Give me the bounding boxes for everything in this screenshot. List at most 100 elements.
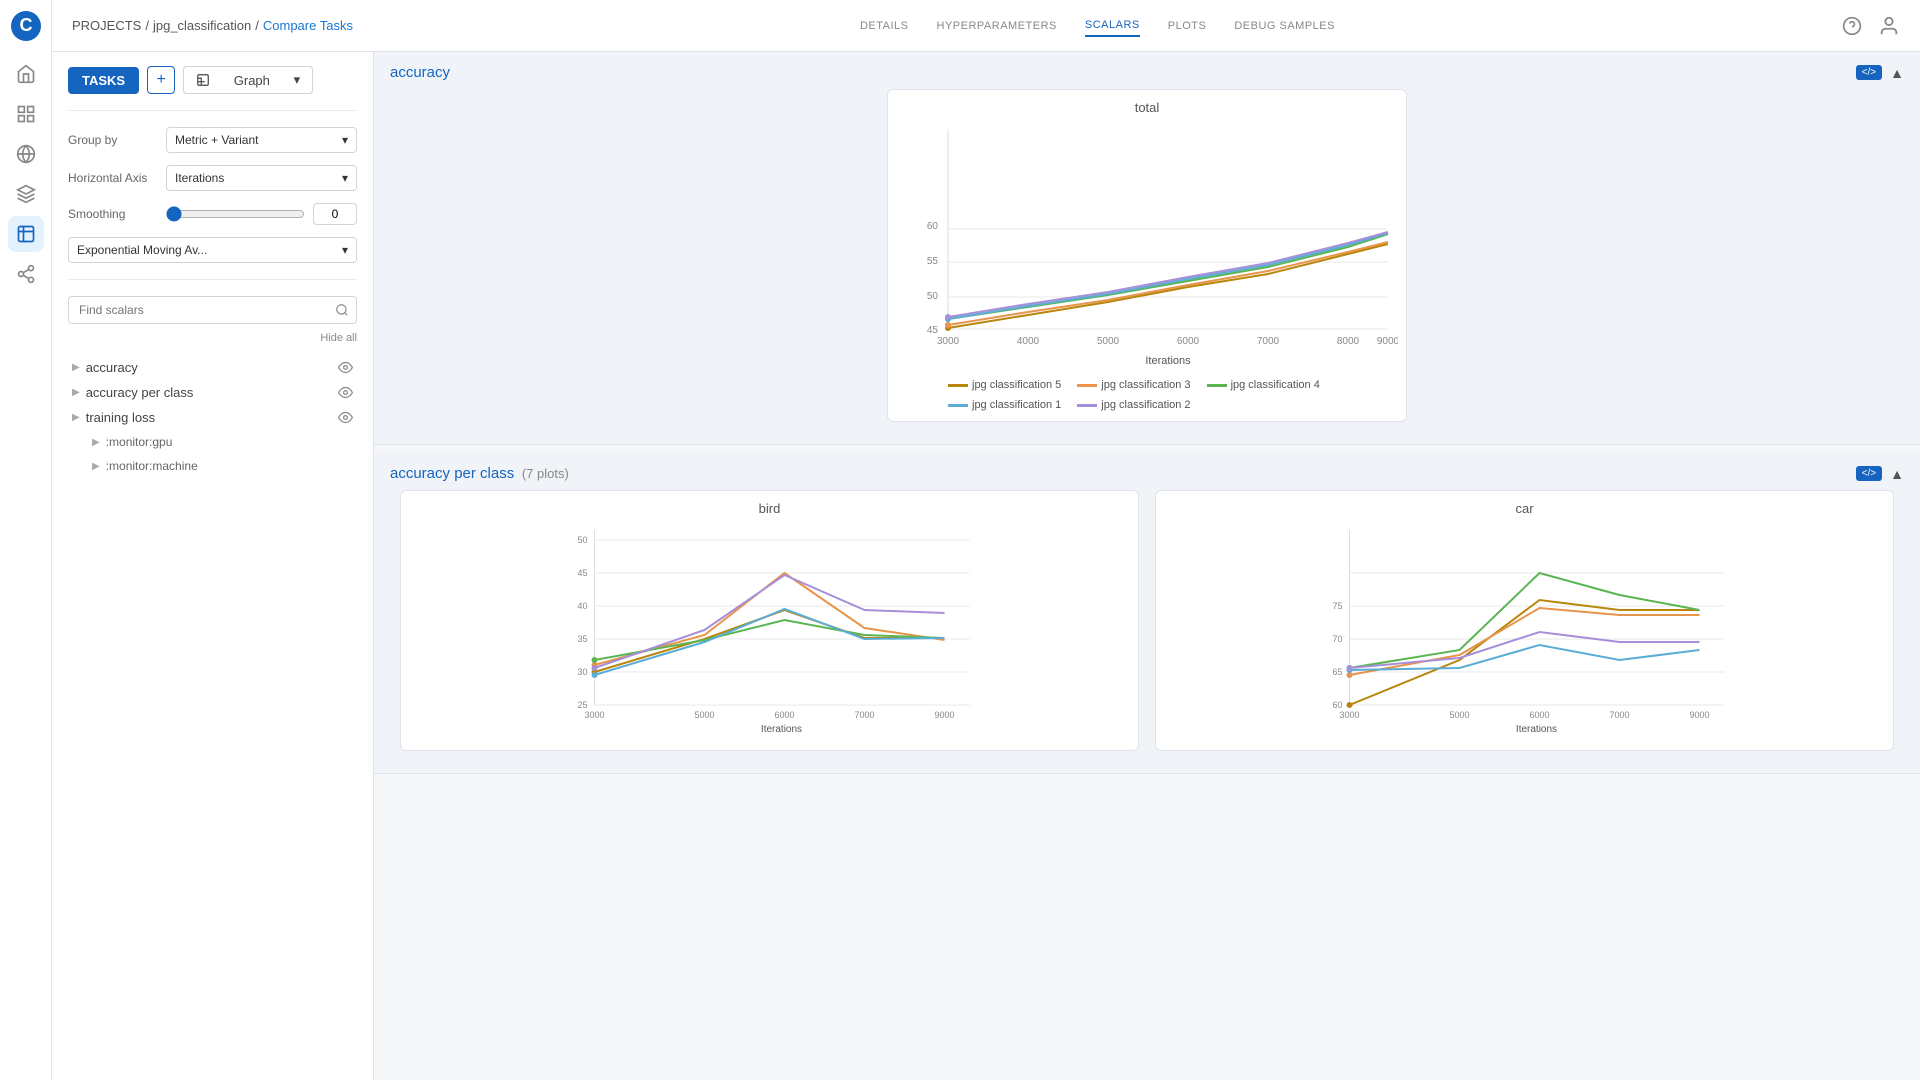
group-by-select[interactable]: Metric + Variant ▾ — [166, 127, 357, 153]
scalar-monitor-machine-label: :monitor:machine — [106, 459, 198, 473]
svg-text:6000: 6000 — [774, 710, 794, 720]
bird-chart-title: bird — [411, 501, 1128, 516]
group-by-row: Group by Metric + Variant ▾ — [68, 127, 357, 153]
eye-icon-accuracy-per-class[interactable] — [338, 385, 353, 400]
svg-text:75: 75 — [1332, 601, 1342, 611]
accuracy-section-header: accuracy </> ▲ — [390, 64, 1904, 81]
nav-flow-icon[interactable] — [8, 256, 44, 292]
tab-details[interactable]: DETAILS — [860, 16, 909, 36]
bird-chart-svg: 25 30 35 40 45 50 3000 5000 6000 7000 — [411, 520, 1128, 740]
tab-plots[interactable]: PLOTS — [1168, 16, 1207, 36]
top-right-actions — [1842, 15, 1900, 37]
accuracy-per-class-title-area: accuracy per class (7 plots) — [390, 465, 569, 482]
eye-icon-accuracy[interactable] — [338, 360, 353, 375]
scalar-item-training-loss-left[interactable]: ▶ training loss — [72, 410, 155, 425]
svg-text:Iterations: Iterations — [761, 724, 802, 735]
svg-text:4000: 4000 — [1017, 336, 1040, 347]
horizontal-axis-select[interactable]: Iterations ▾ — [166, 165, 357, 191]
scalar-item-training-loss: ▶ training loss — [68, 406, 357, 429]
scalar-item-monitor-machine: ▶ :monitor:machine — [68, 455, 357, 477]
user-avatar[interactable] — [1878, 15, 1900, 37]
svg-text:25: 25 — [577, 700, 587, 710]
tab-hyperparameters[interactable]: HYPERPARAMETERS — [937, 16, 1057, 36]
smoothing-method-select[interactable]: Exponential Moving Av... ▾ — [68, 237, 357, 263]
content-area: TASKS + Graph ▾ Group by Metric — [52, 52, 1920, 1080]
main-area: PROJECTS / jpg_classification / Compare … — [52, 0, 1920, 1080]
scalar-item-monitor-machine-left[interactable]: ▶ :monitor:machine — [72, 459, 198, 473]
breadcrumb-current: Compare Tasks — [263, 18, 353, 33]
horizontal-axis-value: Iterations — [175, 171, 224, 185]
help-icon[interactable] — [1842, 16, 1862, 36]
accuracy-title: accuracy — [390, 64, 450, 81]
accuracy-collapse-button[interactable]: ▲ — [1890, 65, 1904, 81]
tab-scalars[interactable]: SCALARS — [1085, 15, 1140, 37]
eye-icon-training-loss[interactable] — [338, 410, 353, 425]
svg-text:5000: 5000 — [1449, 710, 1469, 720]
scalar-list: ▶ accuracy ▶ accuracy per class — [68, 356, 357, 477]
svg-text:5000: 5000 — [694, 710, 714, 720]
accuracy-chart-subtitle: total — [898, 100, 1396, 115]
accuracy-code-button[interactable]: </> — [1856, 65, 1882, 80]
accuracy-chart-card: total 45 50 55 60 — [887, 89, 1407, 422]
nav-experiment-icon[interactable] — [8, 216, 44, 252]
nav-tabs: DETAILS HYPERPARAMETERS SCALARS PLOTS DE… — [860, 15, 1335, 37]
horizontal-axis-row: Horizontal Axis Iterations ▾ — [68, 165, 357, 191]
accuracy-per-class-collapse-button[interactable]: ▲ — [1890, 466, 1904, 482]
car-chart-card: car 60 — [1155, 490, 1894, 751]
svg-text:40: 40 — [577, 601, 587, 611]
accuracy-chart-area: total 45 50 55 60 — [390, 89, 1904, 432]
chevron-right-icon: ▶ — [92, 437, 100, 448]
chart-bar-icon — [196, 73, 210, 87]
nav-globe-icon[interactable] — [8, 136, 44, 172]
svg-text:55: 55 — [927, 256, 939, 267]
hide-all-link[interactable]: Hide all — [68, 332, 357, 344]
scalar-item-accuracy-per-class-left[interactable]: ▶ accuracy per class — [72, 385, 193, 400]
horizontal-axis-label: Horizontal Axis — [68, 171, 158, 185]
nav-layers-icon[interactable] — [8, 176, 44, 212]
legend-item-5: jpg classification 5 — [948, 379, 1061, 391]
top-bar: PROJECTS / jpg_classification / Compare … — [52, 0, 1920, 52]
scalar-item-monitor-gpu-left[interactable]: ▶ :monitor:gpu — [72, 435, 172, 449]
breadcrumb-project[interactable]: jpg_classification — [153, 18, 251, 33]
legend-item-1: jpg classification 1 — [948, 399, 1061, 411]
accuracy-per-class-section: accuracy per class (7 plots) </> ▲ bird — [374, 453, 1920, 774]
accuracy-section: accuracy </> ▲ total — [374, 52, 1920, 445]
left-nav: C — [0, 0, 52, 1080]
breadcrumb-projects[interactable]: PROJECTS — [72, 18, 141, 33]
tab-debug-samples[interactable]: DEBUG SAMPLES — [1234, 16, 1335, 36]
svg-text:70: 70 — [1332, 634, 1342, 644]
find-scalars-input[interactable] — [68, 296, 357, 324]
nav-grid-icon[interactable] — [8, 96, 44, 132]
smoothing-slider[interactable] — [166, 206, 305, 222]
scalar-monitor-gpu-label: :monitor:gpu — [106, 435, 173, 449]
scalar-item-accuracy-left[interactable]: ▶ accuracy — [72, 360, 138, 375]
search-button[interactable] — [335, 303, 349, 317]
smoothing-value-input[interactable]: 0 — [313, 203, 357, 225]
accuracy-per-class-code-button[interactable]: </> — [1856, 466, 1882, 481]
svg-text:3000: 3000 — [1339, 710, 1359, 720]
svg-text:3000: 3000 — [584, 710, 604, 720]
accuracy-per-class-title: accuracy per class — [390, 465, 514, 482]
svg-text:6000: 6000 — [1177, 336, 1200, 347]
smoothing-row: Smoothing 0 — [68, 203, 357, 225]
nav-home-icon[interactable] — [8, 56, 44, 92]
svg-text:C: C — [19, 15, 32, 35]
bird-chart-card: bird — [400, 490, 1139, 751]
chevron-right-icon: ▶ — [72, 387, 80, 398]
add-button[interactable]: + — [147, 66, 175, 94]
chevron-right-icon: ▶ — [72, 362, 80, 373]
chevron-right-icon: ▶ — [72, 412, 80, 423]
svg-text:3000: 3000 — [937, 336, 960, 347]
chevron-down-icon: ▾ — [342, 243, 348, 257]
car-chart-title: car — [1166, 501, 1883, 516]
graph-button[interactable]: Graph ▾ — [183, 66, 313, 94]
svg-text:45: 45 — [927, 325, 939, 336]
svg-text:50: 50 — [927, 291, 939, 302]
svg-text:60: 60 — [927, 221, 939, 232]
legend-item-3: jpg classification 3 — [1077, 379, 1190, 391]
tasks-button[interactable]: TASKS — [68, 67, 139, 94]
accuracy-per-class-header: accuracy per class (7 plots) </> ▲ — [390, 465, 1904, 482]
accuracy-per-class-chart-area: bird — [390, 490, 1904, 761]
svg-text:30: 30 — [577, 667, 587, 677]
chevron-down-icon: ▾ — [342, 171, 348, 185]
